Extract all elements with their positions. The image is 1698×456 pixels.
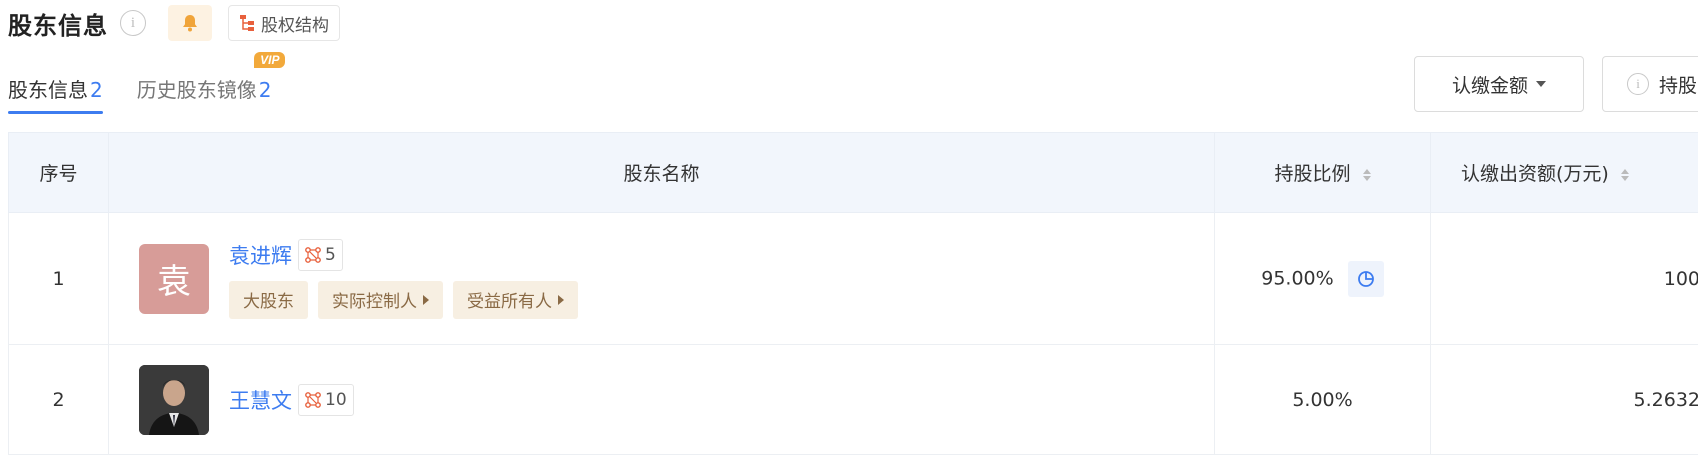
amount-value: 100 xyxy=(1663,267,1698,290)
row-shareholder: 袁 袁进辉 5 大股东 实际控制人 受益所有人 xyxy=(108,212,1215,345)
pie-chart-icon xyxy=(1357,270,1374,287)
row-ratio: 5.00% xyxy=(1214,344,1431,455)
tag-beneficial-owner[interactable]: 受益所有人 xyxy=(453,280,578,319)
tab-label: 历史股东镜像 xyxy=(136,78,257,102)
tab-label: 股东信息 xyxy=(8,78,88,102)
table-row: 2 王慧文 10 5.00% 5.2632 xyxy=(8,344,1698,455)
tag-label: 大股东 xyxy=(243,292,294,312)
header-ratio[interactable]: 持股比例 xyxy=(1214,132,1431,213)
tab-count: 2 xyxy=(90,78,103,102)
ratio-value: 95.00% xyxy=(1261,267,1334,289)
portrait-image xyxy=(139,364,209,435)
section-header: 股东信息 i 股权结构 xyxy=(8,4,340,42)
caret-right-icon xyxy=(558,294,564,305)
relation-graph-icon xyxy=(305,391,321,408)
amount-value: 5.2632 xyxy=(1633,388,1698,411)
tab-bar: 股东信息 2 历史股东镜像 2 VIP xyxy=(8,52,286,116)
row-index: 2 xyxy=(8,344,109,455)
tag-label: 受益所有人 xyxy=(467,292,552,312)
sort-icon xyxy=(1362,168,1371,181)
holding-filter-button[interactable]: i 持股 xyxy=(1602,56,1698,112)
relation-count: 10 xyxy=(325,389,347,410)
relation-count: 5 xyxy=(325,244,336,265)
header-amount-label: 认缴出资额(万元) xyxy=(1461,163,1609,185)
shareholder-name-link[interactable]: 王慧文 xyxy=(229,385,292,415)
caret-right-icon xyxy=(423,294,429,305)
row-ratio: 95.00% xyxy=(1214,212,1431,345)
vip-badge: VIP xyxy=(254,52,286,68)
row-amount: 5.2632 xyxy=(1430,344,1698,455)
avatar xyxy=(139,364,209,435)
tag-label: 实际控制人 xyxy=(332,292,417,312)
header-ratio-label: 持股比例 xyxy=(1274,163,1351,185)
header-index: 序号 xyxy=(8,132,109,213)
shareholder-table: 序号 股东名称 持股比例 认缴出资额(万元) 1 袁 袁进辉 5 大股东 实际控… xyxy=(8,132,1698,455)
info-icon: i xyxy=(1627,73,1649,95)
header-name: 股东名称 xyxy=(108,132,1215,213)
info-icon[interactable]: i xyxy=(120,10,146,36)
tag-list: 大股东 实际控制人 受益所有人 xyxy=(229,280,588,319)
equity-structure-button[interactable]: 股权结构 xyxy=(228,5,340,41)
relation-count-button[interactable]: 5 xyxy=(298,238,343,271)
table-header-row: 序号 股东名称 持股比例 认缴出资额(万元) xyxy=(8,132,1698,213)
sort-icon xyxy=(1620,168,1629,181)
holding-label: 持股 xyxy=(1659,74,1698,97)
subscribed-amount-dropdown[interactable]: 认缴金额 xyxy=(1414,56,1584,112)
chevron-down-icon xyxy=(1536,81,1546,87)
row-shareholder: 王慧文 10 xyxy=(108,344,1215,455)
relation-count-button[interactable]: 10 xyxy=(298,383,354,416)
relation-graph-icon xyxy=(305,246,321,263)
equity-structure-label: 股权结构 xyxy=(261,15,329,36)
tab-count: 2 xyxy=(258,78,272,102)
tab-shareholders[interactable]: 股东信息 2 xyxy=(8,66,103,114)
ratio-value: 5.00% xyxy=(1292,388,1353,411)
section-title: 股东信息 xyxy=(8,11,108,40)
tag-actual-controller[interactable]: 实际控制人 xyxy=(318,280,443,319)
avatar: 袁 xyxy=(139,243,209,314)
shareholder-name-link[interactable]: 袁进辉 xyxy=(229,240,292,270)
bell-button[interactable] xyxy=(168,5,212,41)
dropdown-label: 认缴金额 xyxy=(1451,74,1528,97)
bell-icon xyxy=(183,15,197,32)
table-row: 1 袁 袁进辉 5 大股东 实际控制人 受益所有人 95.00% 100 xyxy=(8,212,1698,345)
row-amount: 100 xyxy=(1430,212,1698,345)
header-amount[interactable]: 认缴出资额(万元) xyxy=(1430,132,1698,213)
structure-icon xyxy=(240,15,254,31)
pie-chart-button[interactable] xyxy=(1347,260,1384,297)
row-index: 1 xyxy=(8,212,109,345)
tag-major-shareholder: 大股东 xyxy=(229,280,308,319)
tab-historical-shareholders[interactable]: 历史股东镜像 2 VIP xyxy=(136,52,286,114)
